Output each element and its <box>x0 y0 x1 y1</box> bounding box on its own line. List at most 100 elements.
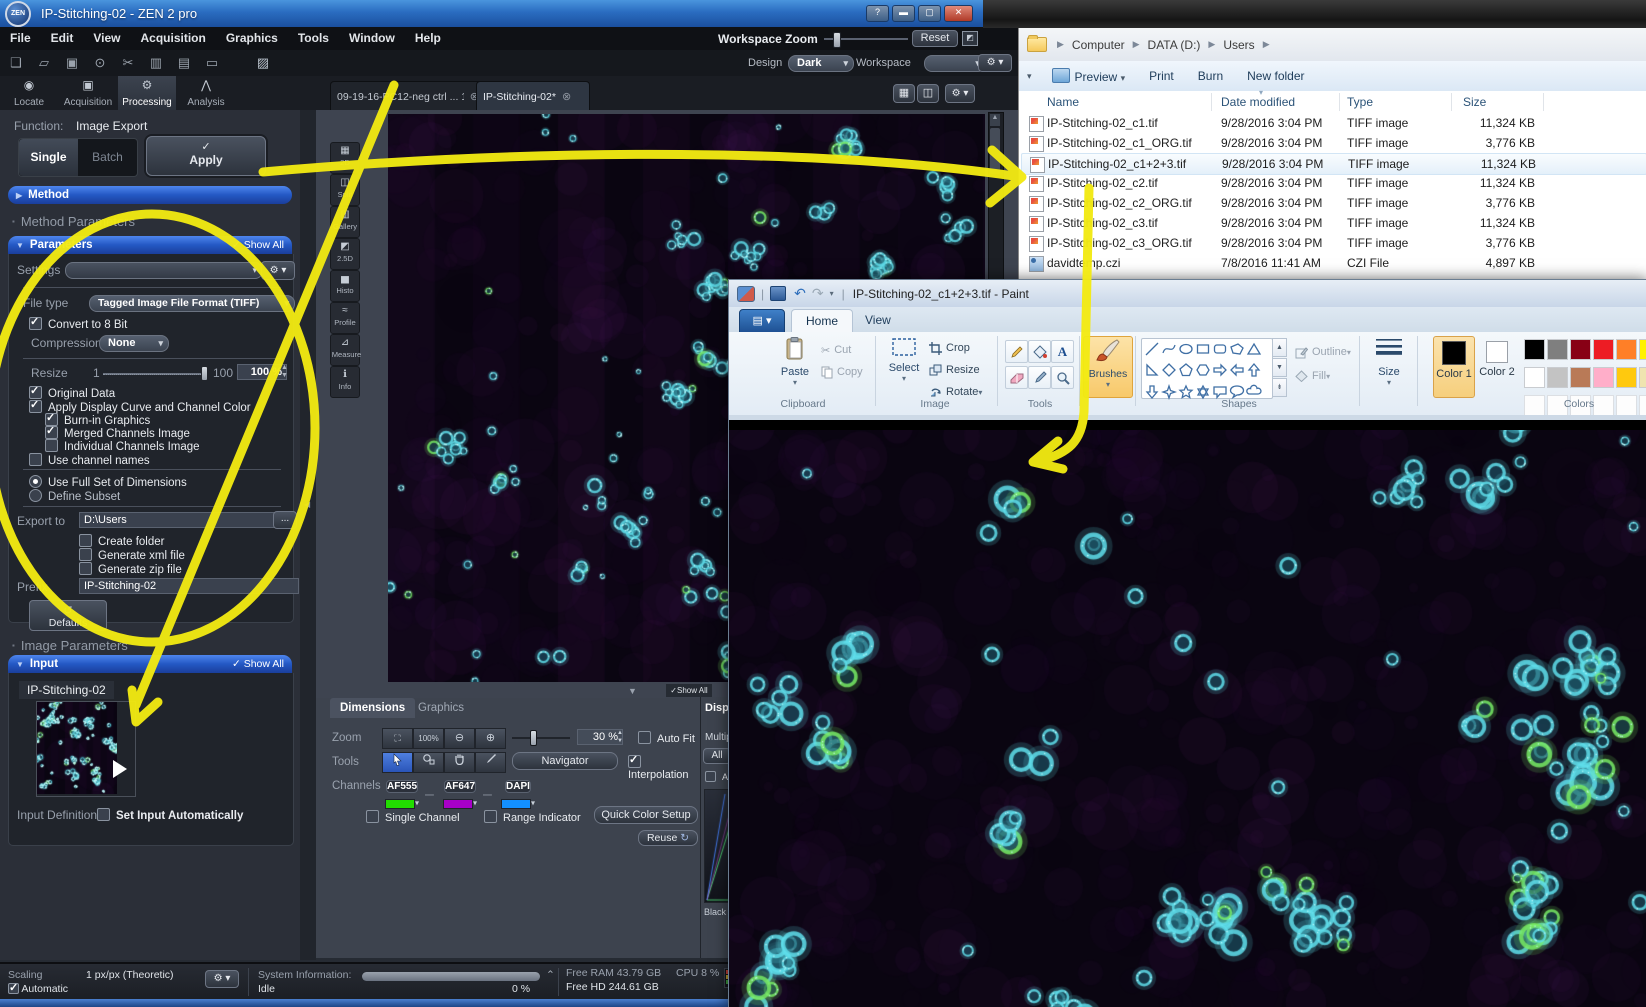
help-button[interactable]: ? <box>866 5 889 22</box>
color1-button[interactable]: Color 1 <box>1433 336 1475 398</box>
tab-analysis[interactable]: ⋀Analysis <box>177 76 235 110</box>
outline-button[interactable]: Outline ▾ <box>1295 342 1351 362</box>
shape-line-icon[interactable] <box>1143 340 1160 357</box>
shape-star-4-icon[interactable] <box>1160 383 1177 400</box>
copy-icon[interactable]: ▥ <box>146 54 166 72</box>
zoom-spinner[interactable]: ▲▼ <box>617 729 623 745</box>
palette-empty-slot[interactable] <box>1639 395 1646 416</box>
view-measure-button[interactable]: ⊿Measure <box>330 334 360 366</box>
chevron-down-icon[interactable]: ▾ <box>415 798 419 807</box>
channel-af555-swatch[interactable] <box>385 799 415 809</box>
palette-color[interactable] <box>1616 339 1637 360</box>
scroll-up-icon[interactable]: ▲ <box>1272 338 1287 357</box>
settings-gear-icon[interactable]: ⚙ ▾ <box>261 261 295 280</box>
scroll-more-icon[interactable]: ⇟ <box>1272 378 1287 397</box>
palette-color[interactable] <box>1547 339 1568 360</box>
view-histo-button[interactable]: ▅Histo <box>330 270 360 302</box>
pencil-tool-icon[interactable] <box>1005 340 1028 363</box>
fill-tool-icon[interactable] <box>1028 340 1051 363</box>
preview-button[interactable]: Preview ▾ <box>1040 68 1138 84</box>
open-icon[interactable]: ▱ <box>34 54 54 72</box>
palette-color[interactable] <box>1524 367 1545 388</box>
brushes-button[interactable]: Brushes▾ <box>1083 336 1133 398</box>
fill-button[interactable]: Fill ▾ <box>1295 366 1330 386</box>
color2-button[interactable]: Color 2 <box>1477 336 1517 396</box>
save-icon[interactable]: ▣ <box>62 54 82 72</box>
paint-canvas-area[interactable] <box>729 420 1646 1007</box>
tab-processing[interactable]: ⚙Processing <box>118 76 176 110</box>
export-path-input[interactable]: D:\Users <box>79 512 275 528</box>
shape-arrow-right-icon[interactable] <box>1211 362 1228 379</box>
crop-button[interactable]: Crop <box>929 338 970 358</box>
zoom-100-button[interactable]: 100% <box>413 728 444 749</box>
paint-file-menu-button[interactable]: ▤ ▾ <box>739 309 785 334</box>
shape-arrow-left-icon[interactable] <box>1228 362 1245 379</box>
ruler-icon[interactable]: ▭ <box>202 54 222 72</box>
palette-color[interactable] <box>1593 367 1614 388</box>
zoom-slider[interactable] <box>512 737 570 739</box>
prefix-input[interactable]: IP-Stitching-02 <box>79 578 299 594</box>
file-row[interactable]: IP-Stitching-02_c1_ORG.tif9/28/2016 3:04… <box>1021 133 1645 153</box>
shape-polygon-icon[interactable] <box>1228 340 1245 357</box>
channel-dapi[interactable]: DAPI▾ <box>496 776 540 812</box>
new-folder-button[interactable]: New folder <box>1235 69 1316 83</box>
input-thumbnail[interactable] <box>37 702 117 794</box>
file-row[interactable]: IP-Stitching-02_c2_ORG.tif9/28/2016 3:04… <box>1021 193 1645 213</box>
individual-channels-checkbox[interactable]: Individual Channels Image <box>45 439 200 453</box>
original-data-checkbox[interactable]: Original Data <box>29 386 115 400</box>
column-name[interactable]: Name <box>1047 95 1079 109</box>
hand-tool-icon[interactable] <box>444 752 475 773</box>
resize-value-input[interactable]: 100 % <box>237 364 287 380</box>
display-show-all-tab[interactable]: ✓Show All <box>666 684 712 697</box>
view-info-button[interactable]: ℹInfo <box>330 366 360 398</box>
collapse-left-icon[interactable]: ◀ <box>304 500 310 509</box>
menu-window[interactable]: Window <box>339 27 405 50</box>
menu-tools[interactable]: Tools <box>288 27 339 50</box>
shape-arrow-down-icon[interactable] <box>1143 383 1160 400</box>
palette-color[interactable] <box>1570 339 1591 360</box>
zen-titlebar[interactable]: ZEN IP-Stitching-02 - ZEN 2 pro ? ▬ ▢ ✕ <box>0 0 983 27</box>
zoom-in-icon[interactable]: ⊕ <box>475 728 506 749</box>
batch-button[interactable]: Batch <box>78 139 137 176</box>
generate-xml-checkbox[interactable]: Generate xml file <box>79 548 185 562</box>
channel-dapi-swatch[interactable] <box>501 799 531 809</box>
shape-diamond-icon[interactable] <box>1160 362 1177 379</box>
panel-splitter[interactable]: ◀ <box>300 110 316 960</box>
cut-icon[interactable]: ✂ <box>118 54 138 72</box>
browse-button[interactable]: ... <box>273 511 297 529</box>
file-row[interactable]: IP-Stitching-02_c2.tif9/28/2016 3:04 PMT… <box>1021 173 1645 193</box>
shape-hexagon-icon[interactable] <box>1194 362 1211 379</box>
shape-right-triangle-icon[interactable] <box>1143 362 1160 379</box>
shape-curve-icon[interactable] <box>1160 340 1177 357</box>
menu-acquisition[interactable]: Acquisition <box>130 27 215 50</box>
tab-acquisition[interactable]: ▣Acquisition <box>59 76 117 110</box>
use-channel-names-checkbox[interactable]: Use channel names <box>29 453 150 467</box>
input-section-bar[interactable]: ▼Input✓ Show All <box>8 655 292 673</box>
maximize-button[interactable]: ▢ <box>918 5 941 22</box>
paint-image-canvas[interactable] <box>729 420 1646 1007</box>
resize-spinner[interactable]: ▲▼ <box>281 364 288 380</box>
single-button[interactable]: Single <box>19 139 78 176</box>
breadcrumb-computer[interactable]: Computer <box>1068 38 1129 52</box>
file-row[interactable]: IP-Stitching-02_c3.tif9/28/2016 3:04 PMT… <box>1021 213 1645 233</box>
tab-graphics[interactable]: Graphics <box>408 698 474 718</box>
windows-taskbar[interactable] <box>0 999 728 1007</box>
find-icon[interactable]: ⊙ <box>90 54 110 72</box>
shape-arrow-up-icon[interactable] <box>1245 362 1262 379</box>
redo-icon[interactable]: ↷ <box>812 285 824 302</box>
convert-8bit-checkbox[interactable]: Convert to 8 Bit <box>29 317 127 331</box>
menu-graphics[interactable]: Graphics <box>216 27 288 50</box>
palette-color[interactable] <box>1616 367 1637 388</box>
copy-button[interactable]: Copy <box>821 362 863 382</box>
menu-help[interactable]: Help <box>405 27 451 50</box>
cut-button[interactable]: ✂Cut <box>821 340 851 360</box>
column-size[interactable]: Size <box>1463 95 1486 109</box>
color-picker-tool-icon[interactable] <box>475 752 506 773</box>
full-dimensions-radio[interactable]: Use Full Set of Dimensions <box>29 475 187 489</box>
breadcrumb-users[interactable]: Users <box>1219 38 1258 52</box>
resize-button[interactable]: Resize <box>929 360 980 380</box>
palette-color[interactable] <box>1547 367 1568 388</box>
method-section-bar[interactable]: ▶Method <box>8 186 292 204</box>
tab-dimensions[interactable]: Dimensions <box>330 698 415 718</box>
close-button[interactable]: ✕ <box>944 5 973 22</box>
